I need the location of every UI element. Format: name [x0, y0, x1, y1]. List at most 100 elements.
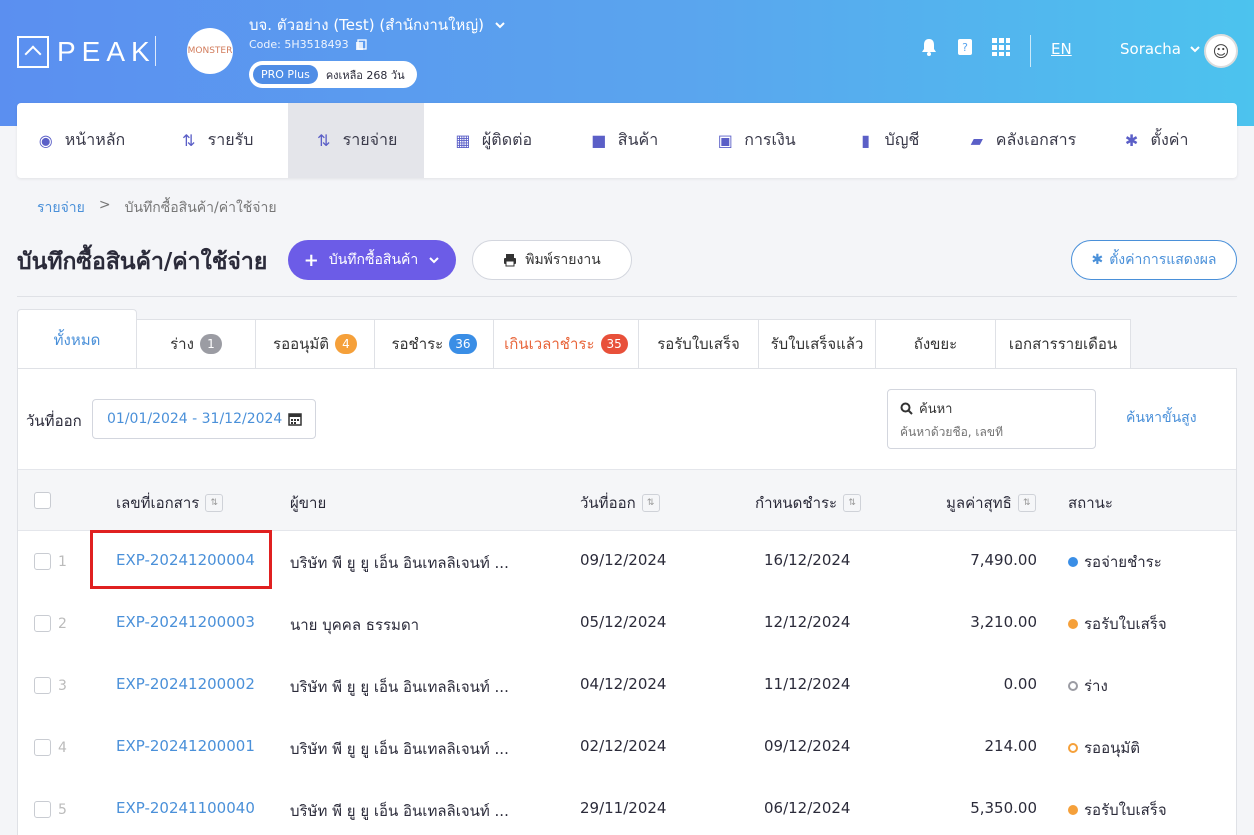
- col-net-value[interactable]: มูลค่าสุทธิ ⇅: [946, 491, 1036, 515]
- status-label: รอรับใบเสร็จ: [1068, 612, 1167, 636]
- tab-label: ร่าง: [170, 335, 194, 353]
- user-avatar[interactable]: ☺: [1204, 34, 1238, 68]
- status-text: รอรับใบเสร็จ: [1084, 801, 1167, 819]
- status-text: ร่าง: [1084, 677, 1108, 695]
- plus-icon: +: [303, 249, 319, 271]
- highlight-box: [90, 530, 272, 589]
- apps-grid-icon[interactable]: [990, 36, 1012, 58]
- tab-awaiting-receipt[interactable]: รอรับใบเสร็จ: [639, 319, 759, 369]
- issue-date: 05/12/2024: [580, 613, 667, 631]
- doc-number-link[interactable]: EXP-20241200003: [116, 613, 255, 631]
- tab-receipt-received[interactable]: รับใบเสร็จแล้ว: [759, 319, 876, 369]
- issue-date: 29/11/2024: [580, 799, 667, 817]
- tab-all[interactable]: ทั้งหมด: [17, 309, 137, 369]
- nav-products[interactable]: ■ สินค้า: [562, 103, 686, 178]
- issue-date: 02/12/2024: [580, 737, 667, 755]
- status-text: รอรับใบเสร็จ: [1084, 615, 1167, 633]
- nav-label: ผู้ติดต่อ: [481, 130, 533, 149]
- company-name: บจ. ตัวอย่าง (Test) (สำนักงานใหญ่): [249, 16, 484, 34]
- tab-draft[interactable]: ร่าง 1: [137, 319, 256, 369]
- tab-label: รออนุมัติ: [273, 335, 329, 353]
- dashboard-icon: ◉: [38, 131, 53, 150]
- display-settings-button[interactable]: ✱ ตั้งค่าการแสดงผล: [1071, 240, 1237, 280]
- breadcrumb-separator: >: [98, 197, 111, 213]
- col-due-date[interactable]: กำหนดชำระ ⇅: [755, 491, 862, 515]
- user-name: Soracha: [1120, 40, 1182, 58]
- tab-monthly-docs[interactable]: เอกสารรายเดือน: [996, 319, 1131, 369]
- sort-icon[interactable]: ⇅: [843, 494, 862, 512]
- breadcrumb-parent[interactable]: รายจ่าย: [37, 197, 85, 219]
- peak-logo[interactable]: PEAK: [17, 36, 156, 68]
- user-menu[interactable]: Soracha: [1120, 40, 1201, 58]
- col-doc-no[interactable]: เลขที่เอกสาร ⇅: [116, 491, 224, 515]
- due-date: 11/12/2024: [764, 675, 851, 693]
- select-all-checkbox[interactable]: [34, 492, 51, 509]
- tab-label: รอรับใบเสร็จ: [657, 335, 740, 353]
- table-header: เลขที่เอกสาร ⇅ ผู้ขาย วันที่ออก ⇅ กำหนดช…: [18, 469, 1236, 531]
- logo-text: PEAK: [57, 36, 156, 67]
- nav-home[interactable]: ◉ หน้าหลัก: [17, 103, 145, 178]
- advanced-search-link[interactable]: ค้นหาขั้นสูง: [1126, 407, 1197, 429]
- company-code-text: Code: 5H3518493: [249, 38, 349, 51]
- net-value: 0.00: [1003, 675, 1037, 693]
- tab-awaiting-approval[interactable]: รออนุมัติ 4: [256, 319, 375, 369]
- plan-days-remaining: คงเหลือ 268 วัน: [325, 68, 405, 82]
- row-number: 2: [58, 616, 67, 632]
- sort-icon[interactable]: ⇅: [641, 494, 660, 512]
- sort-icon[interactable]: ⇅: [1017, 494, 1036, 512]
- doc-number-link[interactable]: EXP-20241100040: [116, 799, 255, 817]
- table-row[interactable]: 3 EXP-20241200002 บริษัท พี ยู ยู เอ็น อ…: [18, 655, 1236, 717]
- date-range-picker[interactable]: 01/01/2024 - 31/12/2024: [92, 399, 316, 439]
- nav-documents[interactable]: ▰ คลังเอกสาร: [950, 103, 1094, 178]
- row-checkbox[interactable]: [34, 553, 51, 570]
- printer-icon: [504, 254, 517, 267]
- status-text: รออนุมัติ: [1084, 739, 1140, 757]
- search-icon: [900, 402, 913, 415]
- count-badge: 4: [334, 334, 357, 354]
- copy-icon[interactable]: [355, 38, 367, 51]
- tab-overdue[interactable]: เกินเวลาชำระ 35: [494, 319, 639, 369]
- money-icon: ▣: [717, 131, 733, 150]
- doc-number-link[interactable]: EXP-20241200002: [116, 675, 255, 693]
- nav-settings[interactable]: ✱ ตั้งค่า: [1094, 103, 1217, 178]
- tab-awaiting-payment[interactable]: รอชำระ 36: [375, 319, 494, 369]
- sort-icon[interactable]: ⇅: [205, 494, 224, 512]
- language-switch[interactable]: EN: [1051, 40, 1072, 58]
- count-badge: 1: [199, 334, 222, 354]
- net-value: 3,210.00: [970, 613, 1037, 631]
- help-book-icon[interactable]: ?: [954, 36, 976, 58]
- row-checkbox[interactable]: [34, 801, 51, 818]
- nav-label: การเงิน: [744, 130, 796, 149]
- table-row[interactable]: 2 EXP-20241200003 นาย บุคคล ธรรมดา 05/12…: [18, 593, 1236, 655]
- nav-contacts[interactable]: ▦ ผู้ติดต่อ: [424, 103, 562, 178]
- count-badge: 36: [449, 334, 477, 354]
- doc-number-link[interactable]: EXP-20241200001: [116, 737, 255, 755]
- search-input[interactable]: [900, 425, 1083, 439]
- print-report-button[interactable]: พิมพ์รายงาน: [472, 240, 632, 280]
- row-checkbox[interactable]: [34, 615, 51, 632]
- tab-trash[interactable]: ถังขยะ: [876, 319, 996, 369]
- company-selector[interactable]: บจ. ตัวอย่าง (Test) (สำนักงานใหญ่): [249, 13, 506, 37]
- nav-accounting[interactable]: ▮ บัญชี: [826, 103, 950, 178]
- due-date: 12/12/2024: [764, 613, 851, 631]
- col-label: สถานะ: [1068, 494, 1113, 512]
- box-icon: ■: [591, 131, 607, 150]
- company-avatar[interactable]: MONSTER: [187, 28, 233, 74]
- add-purchase-button[interactable]: + บันทึกซื้อสินค้า: [288, 240, 456, 280]
- table-row[interactable]: 5 EXP-20241100040 บริษัท พี ยู ยู เอ็น อ…: [18, 779, 1236, 835]
- row-checkbox[interactable]: [34, 677, 51, 694]
- expense-list-panel: วันที่ออก 01/01/2024 - 31/12/2024 ค้นหา …: [17, 368, 1237, 835]
- plan-pill[interactable]: PRO Plus คงเหลือ 268 วัน: [249, 61, 417, 88]
- search-box[interactable]: ค้นหา: [887, 389, 1096, 449]
- nav-finance[interactable]: ▣ การเงิน: [686, 103, 826, 178]
- bell-icon[interactable]: [918, 36, 940, 58]
- table-row[interactable]: 4 EXP-20241200001 บริษัท พี ยู ยู เอ็น อ…: [18, 717, 1236, 779]
- nav-income[interactable]: ⇅ รายรับ: [145, 103, 288, 178]
- nav-expense[interactable]: ⇅ รายจ่าย: [288, 103, 424, 178]
- tab-label: ถังขยะ: [913, 335, 958, 353]
- status-label: รอจ่ายชำระ: [1068, 550, 1162, 574]
- col-issue-date[interactable]: วันที่ออก ⇅: [580, 491, 660, 515]
- count-badge: 35: [600, 334, 628, 354]
- row-checkbox[interactable]: [34, 739, 51, 756]
- issue-date: 04/12/2024: [580, 675, 667, 693]
